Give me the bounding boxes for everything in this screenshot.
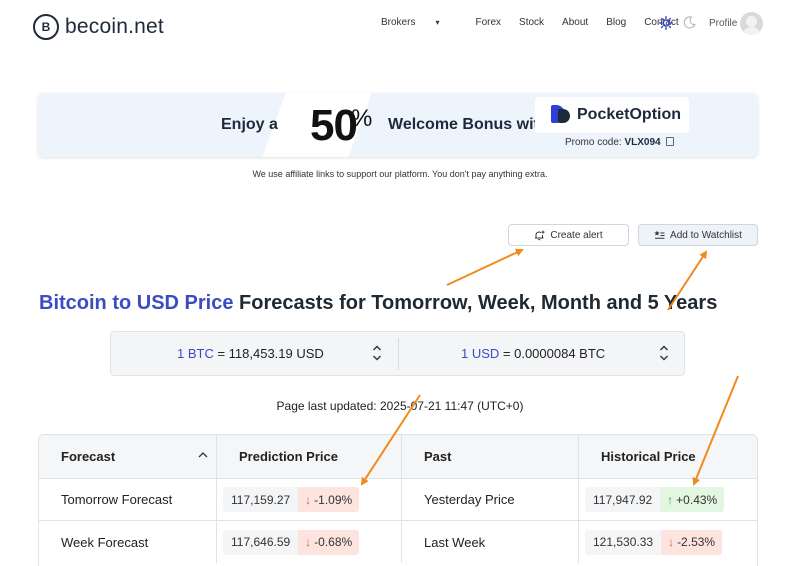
bell-plus-icon [535, 230, 545, 240]
chevron-up-icon[interactable] [198, 451, 208, 459]
arrow-up-icon: ↑ [667, 492, 674, 507]
page-title: Bitcoin to USD Price Forecasts for Tomor… [39, 292, 718, 314]
avatar[interactable] [740, 12, 763, 35]
column-header-historical-price: Historical Price [601, 449, 696, 464]
price-badge: 117,947.92 ↑ +0.43% [585, 487, 725, 512]
change-badge: ↓ -2.53% [661, 529, 723, 555]
promo-code: Promo code: VLX094 [565, 137, 675, 148]
arrow-down-icon: ↓ [305, 492, 312, 507]
column-header-past: Past [402, 435, 579, 478]
main-nav: Brokers ▾ Forex Stock About Blog Contact [381, 17, 697, 28]
create-alert-button[interactable]: Create alert [508, 224, 629, 246]
affiliate-note: We use affiliate links to support our pl… [252, 169, 548, 179]
historical-price-cell: 121,530.33 ↓ -2.53% [579, 521, 757, 563]
watchlist-star-icon [654, 230, 665, 239]
banner-enjoy-text: Enjoy a [221, 116, 278, 133]
usd-to-btc-rate: 1 USD = 0.0000084 BTC [461, 346, 606, 361]
converter-divider [398, 338, 399, 370]
change-badge: ↓ -0.68% [298, 529, 360, 555]
table-row: Tomorrow Forecast 117,159.27 ↓ -1.09% Yes… [39, 479, 757, 521]
copy-icon[interactable] [666, 137, 675, 146]
forecast-table: Forecast Prediction Price Past Historica… [38, 434, 758, 566]
pocketoption-logo-icon [551, 105, 573, 125]
last-updated-text: Page last updated: 2025-07-21 11:47 (UTC… [276, 399, 524, 413]
partner-logo[interactable]: PocketOption [535, 97, 689, 133]
moon-icon[interactable] [683, 16, 696, 29]
arrow-down-icon: ↓ [305, 535, 312, 549]
price-badge: 117,159.27 ↓ -1.09% [223, 487, 360, 512]
price-badge: 117,646.59 ↓ -0.68% [223, 529, 360, 555]
chevron-down-icon: ▾ [435, 18, 440, 27]
btc-to-usd-rate: 1 BTC = 118,453.19 USD [177, 346, 324, 361]
sun-icon[interactable] [659, 16, 673, 30]
change-badge: ↑ +0.43% [660, 487, 725, 512]
nav-item-stock[interactable]: Stock [519, 17, 544, 28]
promo-banner[interactable]: Enjoy a 50 % Welcome Bonus with PocketOp… [38, 93, 758, 157]
prediction-price-cell: 117,159.27 ↓ -1.09% [217, 479, 402, 520]
arrow-down-icon: ↓ [668, 535, 675, 549]
nav-item-brokers[interactable]: Brokers ▾ [381, 17, 457, 28]
past-label: Yesterday Price [402, 479, 579, 520]
currency-converter: 1 BTC = 118,453.19 USD 1 USD = 0.0000084… [110, 331, 685, 376]
table-row: Week Forecast 117,646.59 ↓ -0.68% Last We… [39, 521, 757, 563]
past-label: Last Week [402, 521, 579, 563]
change-badge: ↓ -1.09% [298, 487, 360, 512]
forecast-label: Tomorrow Forecast [39, 479, 217, 520]
promo-code-value: VLX094 [624, 137, 661, 148]
logo-mark-icon: B [33, 14, 59, 40]
nav-item-blog[interactable]: Blog [606, 17, 626, 28]
table-header-row: Forecast Prediction Price Past Historica… [39, 435, 757, 479]
annotation-arrow [446, 248, 524, 286]
historical-price-cell: 117,947.92 ↑ +0.43% [579, 479, 757, 520]
profile-link[interactable]: Profile [709, 18, 737, 29]
column-header-prediction-price: Prediction Price [217, 435, 402, 478]
logo[interactable]: B becoin.net [33, 14, 164, 40]
add-to-watchlist-button[interactable]: Add to Watchlist [638, 224, 758, 246]
banner-percent-value: 50 [310, 101, 358, 150]
banner-welcome-text: Welcome Bonus with [388, 116, 549, 133]
prediction-price-cell: 117,646.59 ↓ -0.68% [217, 521, 402, 563]
column-header-forecast[interactable]: Forecast [39, 435, 217, 478]
nav-item-forex[interactable]: Forex [475, 17, 501, 28]
swap-updown-icon[interactable] [372, 344, 382, 362]
forecast-label: Week Forecast [39, 521, 217, 563]
header: B becoin.net Brokers ▾ Forex Stock About … [0, 0, 800, 52]
nav-item-about[interactable]: About [562, 17, 588, 28]
partner-name: PocketOption [577, 106, 682, 123]
swap-updown-icon[interactable] [659, 344, 669, 362]
price-badge: 121,530.33 ↓ -2.53% [585, 529, 723, 555]
logo-text: becoin.net [65, 15, 164, 38]
banner-percent-sign: % [351, 105, 373, 132]
